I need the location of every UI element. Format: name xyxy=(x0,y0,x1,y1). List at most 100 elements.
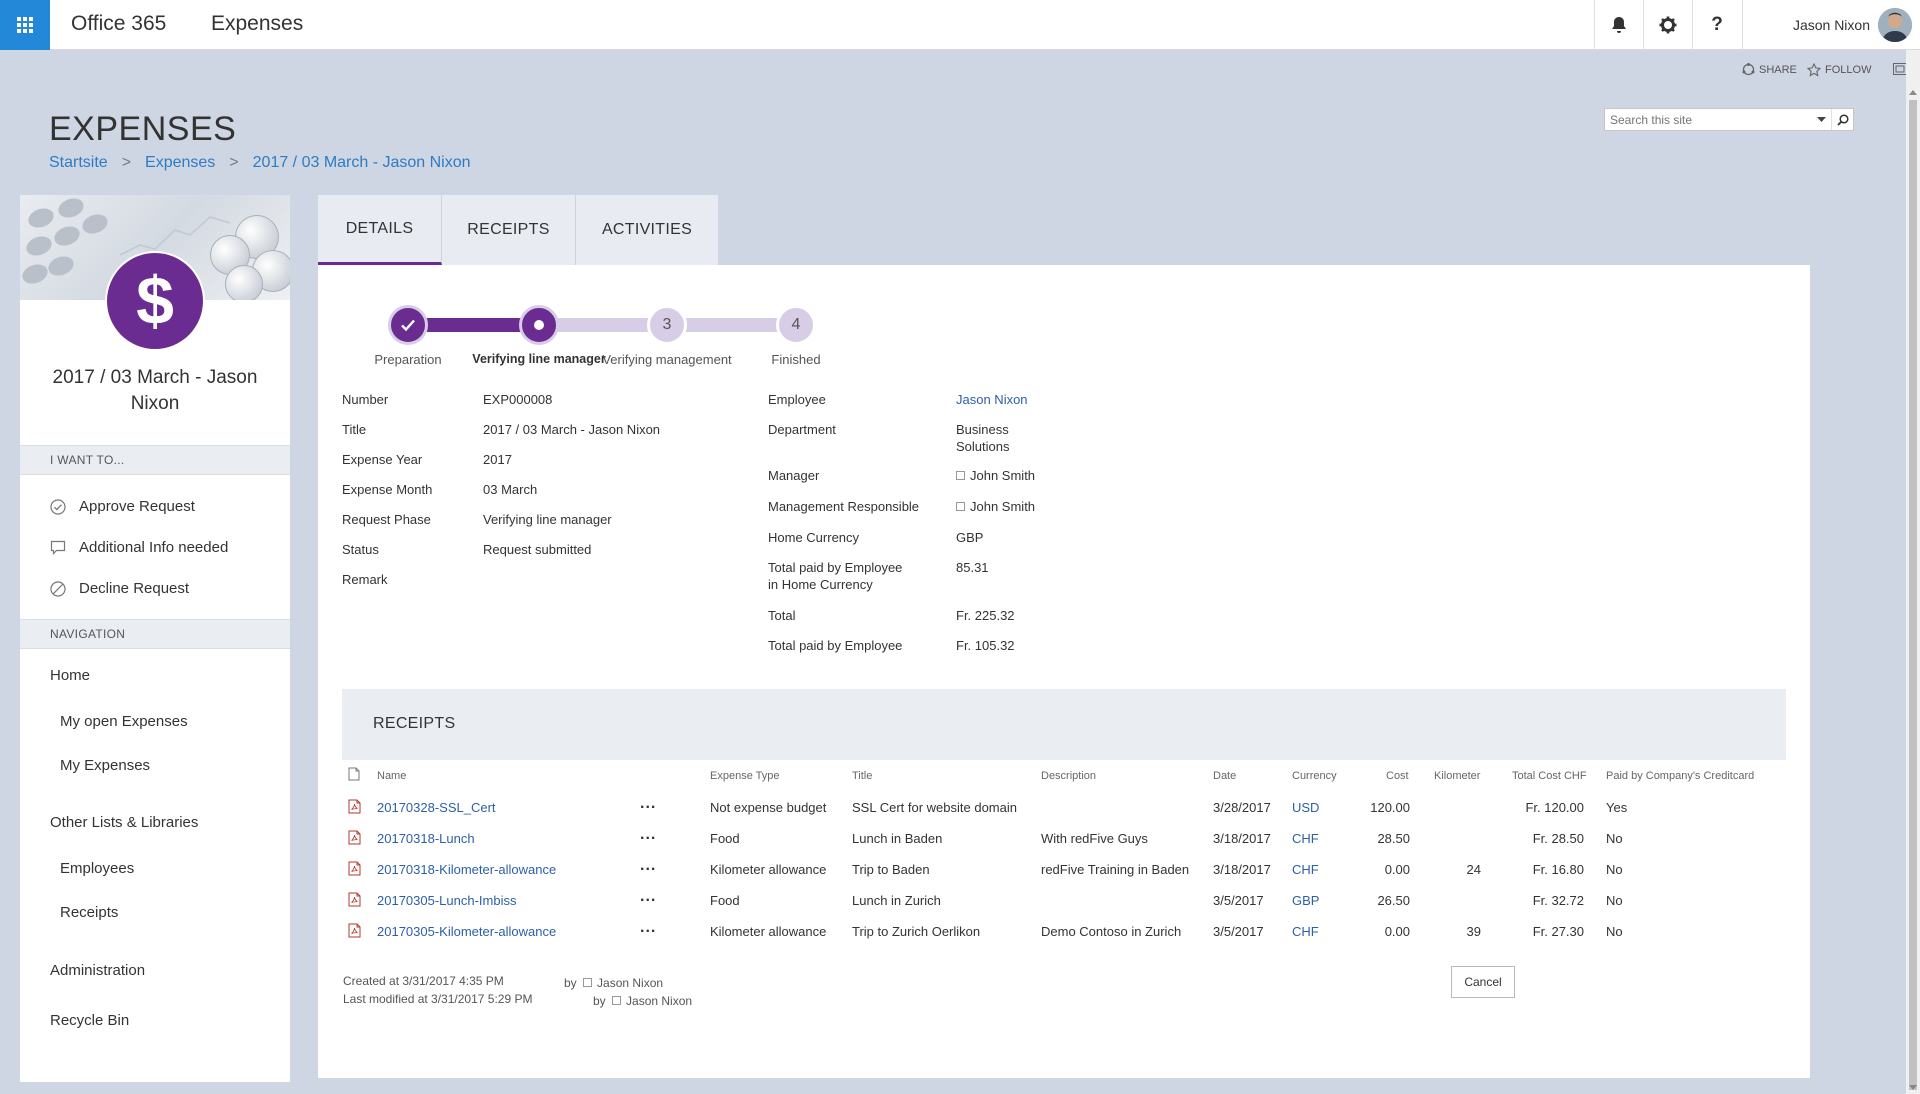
tab-details[interactable]: DETAILS xyxy=(318,195,442,265)
page-scrollbar[interactable] xyxy=(1906,50,1920,1094)
approve-request-button[interactable]: Approve Request xyxy=(50,498,195,515)
column-header-cost[interactable]: Cost xyxy=(1386,770,1409,782)
field-value-manager[interactable]: John Smith xyxy=(956,467,1035,484)
cell-date: 3/18/2017 xyxy=(1213,862,1271,877)
column-header-date[interactable]: Date xyxy=(1213,770,1236,782)
cell-currency[interactable]: CHF xyxy=(1292,862,1319,877)
search-input[interactable] xyxy=(1605,112,1811,127)
cell-currency[interactable]: CHF xyxy=(1292,831,1319,846)
field-label-department: Department xyxy=(768,422,836,437)
nav-home[interactable]: Home xyxy=(50,667,90,684)
column-header-paid-by-company[interactable]: Paid by Company's Creditcard xyxy=(1606,770,1754,782)
share-button[interactable]: SHARE xyxy=(1742,63,1797,76)
receipt-name-link[interactable]: 20170328-SSL_Cert xyxy=(377,800,496,815)
cancel-button[interactable]: Cancel xyxy=(1451,966,1515,998)
breadcrumb-expenses[interactable]: Expenses xyxy=(145,154,215,172)
label-line: in Home Currency xyxy=(768,577,873,592)
field-value-paid: Fr. 105.32 xyxy=(956,638,1015,653)
cell-total-cost: Fr. 16.80 xyxy=(1532,862,1584,877)
receipt-name-link[interactable]: 20170318-Kilometer-allowance xyxy=(377,862,556,877)
cell-description: redFive Training in Baden xyxy=(1041,862,1190,877)
nav-other-lists[interactable]: Other Lists & Libraries xyxy=(50,814,198,831)
follow-button[interactable]: FOLLOW xyxy=(1807,63,1871,77)
settings-button[interactable] xyxy=(1643,0,1692,50)
receipt-name-link[interactable]: 20170305-Lunch-Imbiss xyxy=(377,893,516,908)
scroll-thumb[interactable] xyxy=(1909,100,1917,1090)
decline-request-button[interactable]: Decline Request xyxy=(50,580,189,597)
site-search xyxy=(1604,108,1854,131)
pdf-file-icon xyxy=(348,923,361,938)
nav-my-open-expenses[interactable]: My open Expenses xyxy=(60,713,188,730)
notifications-button[interactable] xyxy=(1594,0,1643,50)
column-header-title[interactable]: Title xyxy=(852,770,872,782)
scroll-down-arrow[interactable] xyxy=(1909,1085,1917,1090)
created-by[interactable]: by Jason Nixon xyxy=(564,976,663,990)
field-label-employee: Employee xyxy=(768,392,826,407)
avatar xyxy=(1878,8,1912,42)
search-scope-dropdown[interactable] xyxy=(1811,117,1831,122)
waffle-icon xyxy=(17,17,33,33)
nav-my-expenses[interactable]: My Expenses xyxy=(60,757,150,774)
file-type-icon[interactable] xyxy=(348,767,360,781)
cell-title: Trip to Zurich Oerlikon xyxy=(852,924,981,939)
modified-by[interactable]: by Jason Nixon xyxy=(593,994,692,1008)
pdf-file-icon xyxy=(348,830,361,845)
cell-title: Trip to Baden xyxy=(852,862,930,877)
scroll-up-arrow[interactable] xyxy=(1909,90,1917,95)
presence-icon xyxy=(956,502,965,511)
field-value-home-currency: GBP xyxy=(956,530,984,545)
step-verifying-management: 3 xyxy=(647,305,687,345)
presence-icon xyxy=(956,471,965,480)
cell-currency[interactable]: USD xyxy=(1292,800,1319,815)
ellipsis-menu-icon[interactable]: ... xyxy=(640,919,656,937)
checkmark-icon xyxy=(401,319,415,332)
breadcrumb-separator: > xyxy=(121,154,132,171)
column-header-description[interactable]: Description xyxy=(1041,770,1096,782)
ellipsis-menu-icon[interactable]: ... xyxy=(640,857,656,875)
brand-label[interactable]: Office 365 xyxy=(71,12,166,36)
nav-receipts[interactable]: Receipts xyxy=(60,904,118,921)
breadcrumb-startsite[interactable]: Startsite xyxy=(49,154,108,172)
nav-administration[interactable]: Administration xyxy=(50,962,145,979)
app-name-label[interactable]: Expenses xyxy=(211,12,303,36)
cell-currency[interactable]: GBP xyxy=(1292,893,1319,908)
ellipsis-menu-icon[interactable]: ... xyxy=(640,888,656,906)
column-header-expense-type[interactable]: Expense Type xyxy=(710,770,780,782)
cell-paid-by-company: No xyxy=(1606,924,1623,939)
help-button[interactable]: ? xyxy=(1692,0,1741,50)
cell-description: With redFive Guys xyxy=(1041,831,1148,846)
cell-currency[interactable]: CHF xyxy=(1292,924,1319,939)
nav-recycle-bin[interactable]: Recycle Bin xyxy=(50,1012,129,1029)
cell-date: 3/5/2017 xyxy=(1213,893,1264,908)
tab-activities[interactable]: ACTIVITIES xyxy=(576,195,718,265)
decline-request-label: Decline Request xyxy=(79,580,190,597)
column-header-kilometer[interactable]: Kilometer xyxy=(1434,770,1480,782)
column-header-name[interactable]: Name xyxy=(377,770,406,782)
field-value-request-phase: Verifying line manager xyxy=(483,512,612,527)
block-icon xyxy=(50,580,66,597)
tab-receipts[interactable]: RECEIPTS xyxy=(442,195,576,265)
additional-info-button[interactable]: Additional Info needed xyxy=(50,539,228,556)
user-menu[interactable]: Jason Nixon xyxy=(1742,0,1920,50)
receipt-name-link[interactable]: 20170318-Lunch xyxy=(377,831,475,846)
cell-kilometer: 24 xyxy=(1466,862,1481,877)
additional-info-label: Additional Info needed xyxy=(79,539,229,556)
receipt-name-link[interactable]: 20170305-Kilometer-allowance xyxy=(377,924,556,939)
breadcrumb-current[interactable]: 2017 / 03 March - Jason Nixon xyxy=(253,154,471,172)
nav-employees[interactable]: Employees xyxy=(60,860,134,877)
cell-cost: 0.00 xyxy=(1384,924,1410,939)
column-header-total-cost-chf[interactable]: Total Cost CHF xyxy=(1512,770,1587,782)
search-button[interactable] xyxy=(1831,109,1853,130)
column-header-currency[interactable]: Currency xyxy=(1292,770,1337,782)
app-launcher-button[interactable] xyxy=(0,0,50,50)
ellipsis-menu-icon[interactable]: ... xyxy=(640,795,656,813)
field-value-management-responsible[interactable]: John Smith xyxy=(956,498,1035,515)
presence-icon xyxy=(612,996,622,1005)
field-label-request-phase: Request Phase xyxy=(342,512,431,527)
step-label: Finished xyxy=(771,352,821,367)
field-label-paid: Total paid by Employee xyxy=(768,638,903,653)
ellipsis-menu-icon[interactable]: ... xyxy=(640,826,656,844)
field-value-employee[interactable]: Jason Nixon xyxy=(956,391,1028,408)
step-verifying-line-manager xyxy=(519,305,559,345)
cell-total-cost: Fr. 27.30 xyxy=(1532,924,1584,939)
